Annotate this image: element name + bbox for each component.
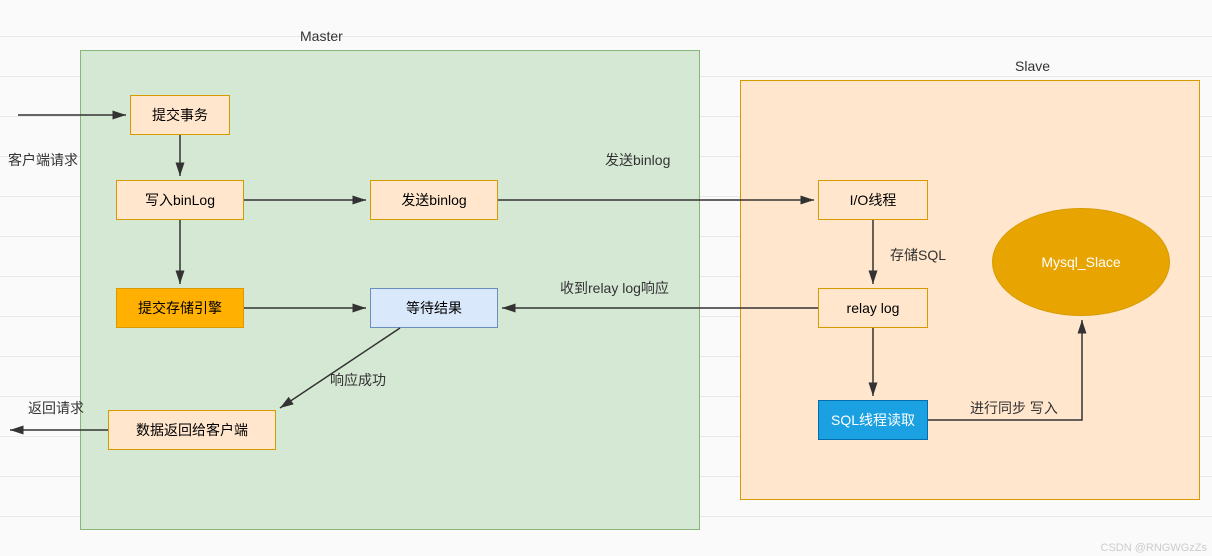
resp-success-label: 响应成功	[330, 370, 386, 390]
commit-engine-node: 提交存储引擎	[116, 288, 244, 328]
submit-tx-node: 提交事务	[130, 95, 230, 135]
master-title: Master	[300, 28, 343, 44]
relay-resp-label: 收到relay log响应	[560, 278, 669, 298]
sync-write-label: 进行同步 写入	[970, 398, 1058, 418]
send-binlog-node: 发送binlog	[370, 180, 498, 220]
store-sql-label: 存储SQL	[890, 245, 946, 265]
send-binlog-edge-label: 发送binlog	[605, 150, 670, 170]
io-thread-node: I/O线程	[818, 180, 928, 220]
wait-result-node: 等待结果	[370, 288, 498, 328]
client-request-label: 客户端请求	[8, 150, 78, 170]
return-client-node: 数据返回给客户端	[108, 410, 276, 450]
mysql-slave-node: Mysql_Slace	[992, 208, 1170, 316]
slave-title: Slave	[1015, 58, 1050, 74]
write-binlog-node: 写入binLog	[116, 180, 244, 220]
sql-read-node: SQL线程读取	[818, 400, 928, 440]
watermark: CSDN @RNGWGzZs	[1101, 542, 1208, 554]
relay-log-node: relay log	[818, 288, 928, 328]
return-request-label: 返回请求	[28, 398, 84, 418]
